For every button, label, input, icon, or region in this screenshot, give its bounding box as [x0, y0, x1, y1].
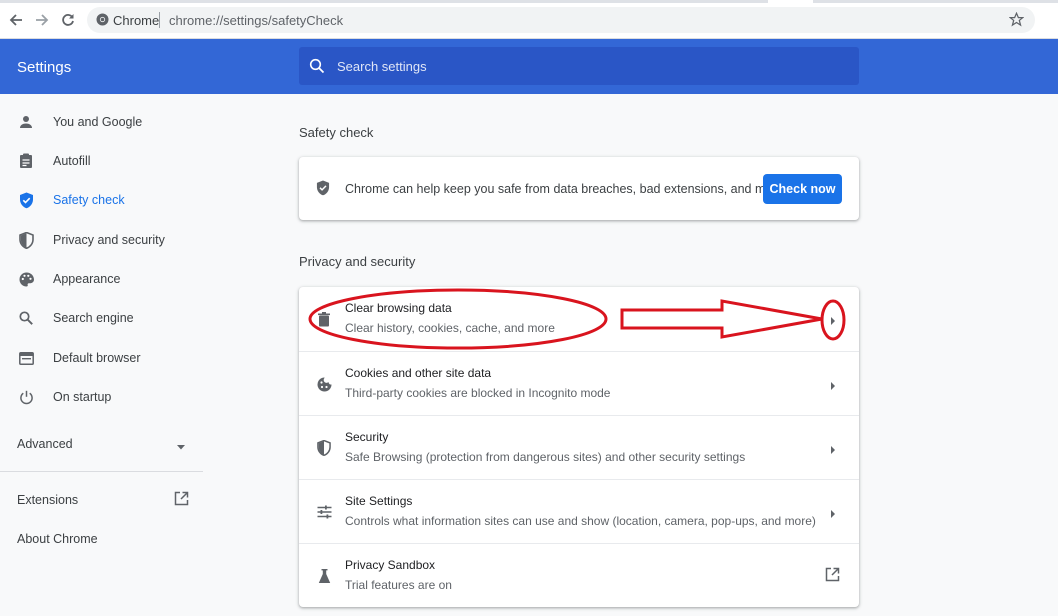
back-button[interactable] [6, 10, 26, 30]
caret-down-icon[interactable] [176, 439, 186, 457]
sidebar-item-label: Safety check [53, 193, 125, 207]
chevron-right-icon[interactable] [829, 506, 837, 524]
search-icon [17, 309, 35, 327]
settings-sidebar: You and Google Autofill Safety check Pri… [0, 94, 210, 616]
shield-check-icon [316, 180, 330, 201]
browser-toolbar: Chrome chrome://settings/safetyCheck [0, 0, 1058, 39]
flask-icon [315, 566, 333, 586]
check-now-button[interactable]: Check now [763, 174, 842, 204]
chevron-right-icon[interactable] [829, 378, 837, 396]
row-cookies[interactable]: Cookies and other site data Third-party … [299, 351, 859, 415]
sidebar-item-you-and-google[interactable]: You and Google [0, 104, 210, 140]
safety-check-description: Chrome can help keep you safe from data … [345, 182, 784, 196]
row-title: Security [345, 430, 389, 444]
shield-half-icon [17, 231, 35, 249]
sliders-icon [315, 502, 333, 522]
sidebar-item-search-engine[interactable]: Search engine [0, 300, 210, 336]
page-title: Settings [17, 59, 72, 76]
row-subtitle: Third-party cookies are blocked in Incog… [345, 386, 611, 400]
sidebar-item-label: Privacy and security [53, 233, 165, 247]
sidebar-item-label: Appearance [53, 272, 121, 286]
browser-window-icon [17, 349, 35, 367]
sidebar-item-label: Search engine [53, 311, 134, 325]
row-site-settings[interactable]: Site Settings Controls what information … [299, 479, 859, 543]
sidebar-divider [0, 471, 203, 472]
row-security[interactable]: Security Safe Browsing (protection from … [299, 415, 859, 479]
sidebar-item-autofill[interactable]: Autofill [0, 143, 210, 179]
address-separator [159, 12, 160, 28]
shield-check-icon [17, 191, 35, 209]
back-arrow-icon [9, 14, 22, 26]
palette-icon [17, 270, 35, 288]
power-icon [17, 388, 35, 406]
sidebar-item-safety-check[interactable]: Safety check [0, 182, 210, 218]
tab-strip [0, 0, 1058, 3]
sidebar-item-about-chrome[interactable]: About Chrome [17, 532, 98, 546]
chevron-right-icon[interactable] [829, 442, 837, 460]
bookmark-star-icon[interactable] [1008, 11, 1025, 32]
row-title: Clear browsing data [345, 301, 452, 315]
sidebar-item-appearance[interactable]: Appearance [0, 261, 210, 297]
settings-header: Settings Search settings [0, 39, 1058, 94]
sidebar-item-privacy-and-security[interactable]: Privacy and security [0, 222, 210, 258]
row-subtitle: Trial features are on [345, 578, 452, 592]
cookie-icon [315, 374, 333, 394]
search-placeholder: Search settings [337, 59, 427, 74]
row-privacy-sandbox[interactable]: Privacy Sandbox Trial features are on [299, 543, 859, 607]
url-text[interactable]: chrome://settings/safetyCheck [169, 13, 343, 28]
privacy-security-card: Clear browsing data Clear history, cooki… [299, 287, 859, 607]
row-title: Privacy Sandbox [345, 558, 436, 572]
row-title: Site Settings [345, 494, 413, 508]
search-icon [309, 58, 325, 79]
clipboard-icon [17, 152, 35, 170]
row-subtitle: Clear history, cookies, cache, and more [345, 321, 555, 335]
row-subtitle: Safe Browsing (protection from dangerous… [345, 450, 746, 464]
reload-button[interactable] [58, 10, 78, 30]
row-clear-browsing-data[interactable]: Clear browsing data Clear history, cooki… [299, 287, 859, 351]
chevron-right-icon[interactable] [829, 313, 837, 331]
row-subtitle: Controls what information sites can use … [345, 514, 816, 528]
address-bar[interactable]: Chrome chrome://settings/safetyCheck [87, 7, 1035, 33]
sidebar-item-extensions[interactable]: Extensions [17, 493, 78, 507]
row-title: Cookies and other site data [345, 366, 492, 380]
search-input[interactable]: Search settings [299, 47, 859, 85]
forward-arrow-icon [36, 14, 49, 26]
safety-check-card: Chrome can help keep you safe from data … [299, 157, 859, 220]
shield-half-icon [315, 438, 333, 458]
sidebar-item-label: You and Google [53, 115, 143, 129]
sidebar-item-label: Default browser [53, 351, 141, 365]
trash-icon [315, 309, 333, 329]
open-in-new-icon[interactable] [174, 491, 189, 511]
advanced-toggle[interactable]: Advanced [17, 437, 73, 451]
open-in-new-icon[interactable] [825, 567, 840, 587]
sidebar-item-label: On startup [53, 390, 112, 404]
sidebar-item-default-browser[interactable]: Default browser [0, 340, 210, 376]
reload-icon [62, 14, 74, 26]
forward-button[interactable] [32, 10, 52, 30]
privacy-security-heading: Privacy and security [299, 254, 416, 269]
sidebar-item-label: Autofill [53, 154, 91, 168]
chrome-logo-icon [96, 13, 109, 31]
person-icon [17, 113, 35, 131]
safety-check-heading: Safety check [299, 125, 374, 140]
site-label: Chrome [113, 13, 160, 28]
sidebar-item-on-startup[interactable]: On startup [0, 379, 210, 415]
